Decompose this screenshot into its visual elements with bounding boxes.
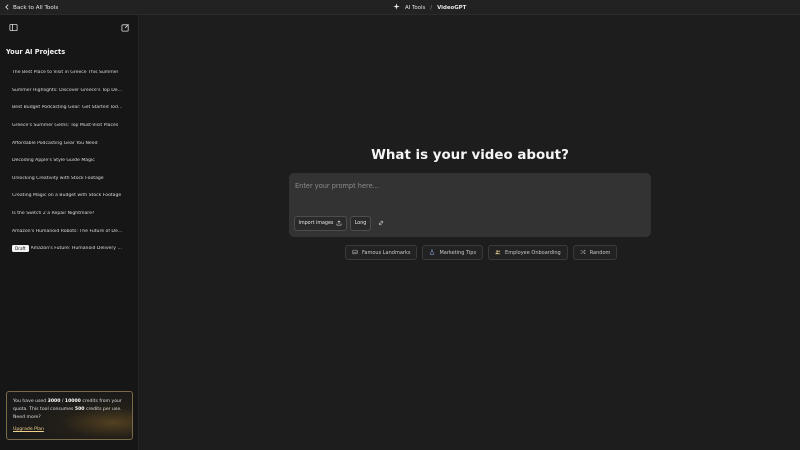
page-title: What is your video about? xyxy=(371,148,569,163)
project-item[interactable]: Creating Magic on a Budget with Stock Fo… xyxy=(0,187,139,205)
sparkle-icon xyxy=(393,3,400,12)
flask-icon xyxy=(429,249,435,257)
project-item[interactable]: Summer Highlights: Discover Greece's Top… xyxy=(0,82,139,100)
project-item[interactable]: Unlocking Creativity with Stock Footage xyxy=(0,170,139,188)
project-item[interactable]: Draft Amazon's Future: Humanoid Delivery… xyxy=(0,240,139,258)
back-label: Back to All Tools xyxy=(13,4,59,11)
suggestion-employee-onboarding[interactable]: Employee Onboarding xyxy=(488,245,568,260)
sidebar-toggle-icon[interactable] xyxy=(9,23,18,32)
credits-used: 3000 xyxy=(47,399,61,404)
link-button[interactable] xyxy=(374,216,388,231)
breadcrumb-separator: / xyxy=(430,4,433,11)
prompt-input[interactable] xyxy=(295,179,635,193)
project-item[interactable]: Greece's Summer Gems: Top Must-Visit Pla… xyxy=(0,117,139,135)
import-images-button[interactable]: Import images xyxy=(294,216,347,231)
new-project-icon[interactable] xyxy=(121,23,130,32)
people-icon xyxy=(495,249,501,257)
sidebar: Your AI Projects The Best Place to Visit… xyxy=(0,15,139,450)
project-item[interactable]: Is the Switch 2 a Repair Nightmare? xyxy=(0,205,139,223)
projects-title: Your AI Projects xyxy=(6,48,66,56)
suggestion-marketing-tips[interactable]: Marketing Tips xyxy=(422,245,484,260)
draft-badge: Draft xyxy=(12,245,29,253)
breadcrumb-ai-tools[interactable]: AI Tools xyxy=(405,5,425,11)
suggestion-chips: Famous Landmarks Marketing Tips Employee… xyxy=(345,245,618,261)
project-item[interactable]: The Best Place to Visit in Greece This S… xyxy=(0,64,139,82)
project-item[interactable]: Best Budget Podcasting Gear: Get Started… xyxy=(0,99,139,117)
length-selector[interactable]: Long xyxy=(350,216,371,231)
shuffle-icon xyxy=(580,249,586,257)
suggestion-random[interactable]: Random xyxy=(572,245,618,260)
image-icon xyxy=(352,249,358,257)
credits-text: You have used 3000 / 10000 credits from … xyxy=(13,399,122,421)
project-item[interactable]: Affordable Podcasting Gear You Need xyxy=(0,134,139,152)
suggestion-famous-landmarks[interactable]: Famous Landmarks xyxy=(345,245,418,260)
project-item[interactable]: Decoding Apple's Style Guide Magic xyxy=(0,152,139,170)
breadcrumb: AI Tools / VideoGPT xyxy=(393,2,466,13)
upgrade-plan-link[interactable]: Upgrade Plan xyxy=(13,426,44,434)
prompt-box: Import images Long xyxy=(289,173,651,237)
credits-total: 10000 xyxy=(64,399,81,404)
back-to-all-tools-link[interactable]: Back to All Tools xyxy=(4,2,58,13)
project-item[interactable]: Amazon's Humanoid Robots: The Future of … xyxy=(0,222,139,240)
credits-card: You have used 3000 / 10000 credits from … xyxy=(6,391,133,440)
link-icon xyxy=(378,220,384,228)
top-bar: Back to All Tools AI Tools / VideoGPT xyxy=(0,0,800,15)
upload-icon xyxy=(336,220,342,228)
chevron-left-icon xyxy=(4,3,10,12)
project-list: The Best Place to Visit in Greece This S… xyxy=(0,64,139,258)
breadcrumb-current: VideoGPT xyxy=(437,4,467,11)
